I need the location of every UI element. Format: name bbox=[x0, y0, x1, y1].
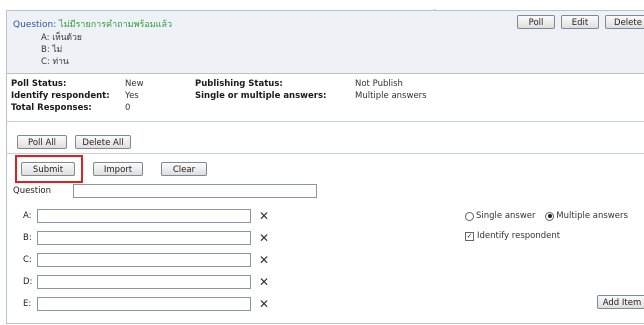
total-responses-value: 0 bbox=[125, 103, 131, 113]
answer-mode-group: Single answer Multiple answers bbox=[465, 211, 628, 222]
answer-c-input[interactable] bbox=[37, 253, 251, 267]
remove-e-icon[interactable]: ✕ bbox=[259, 298, 269, 310]
answer-b-label: B: bbox=[23, 233, 32, 243]
add-item-button[interactable]: Add Item bbox=[597, 295, 644, 309]
single-answer-radio[interactable] bbox=[465, 211, 474, 221]
answer-e-input[interactable] bbox=[37, 297, 251, 311]
question-field-label: Question bbox=[13, 186, 52, 196]
delete-button[interactable]: Delete bbox=[605, 15, 644, 29]
identify-respondent-checkbox[interactable]: ✓ bbox=[465, 231, 474, 241]
answer-a-input[interactable] bbox=[37, 209, 251, 223]
poll-button[interactable]: Poll bbox=[517, 15, 555, 29]
publishing-status-label: Publishing Status: bbox=[195, 79, 283, 89]
question-input[interactable] bbox=[73, 184, 317, 198]
divider bbox=[7, 121, 644, 122]
identify-respondent-option: ✓ Identify respondent bbox=[465, 231, 560, 242]
question-line: Question: ไม่มีรายการคำถามพร้อมแล้ว bbox=[13, 17, 172, 31]
identify-respondent-option-label: Identify respondent bbox=[477, 231, 561, 241]
multiple-answers-label: Multiple answers bbox=[556, 211, 628, 221]
poll-all-button[interactable]: Poll All bbox=[17, 135, 67, 149]
edit-button[interactable]: Edit bbox=[561, 15, 599, 29]
poll-status-value: New bbox=[125, 79, 144, 89]
identify-respondent-label: Identify respondent: bbox=[11, 91, 110, 101]
delete-all-button[interactable]: Delete All bbox=[75, 135, 131, 149]
answer-d-input[interactable] bbox=[37, 275, 251, 289]
answer-d-label: D: bbox=[23, 277, 33, 287]
multiple-answers-radio[interactable] bbox=[545, 211, 555, 221]
answer-e-label: E: bbox=[23, 299, 32, 309]
answer-a-label: A: bbox=[23, 211, 32, 221]
question-panel: Question: ไม่มีรายการคำถามพร้อมแล้ว A: เ… bbox=[7, 11, 644, 74]
poll-panel: Question: ไม่มีรายการคำถามพร้อมแล้ว A: เ… bbox=[6, 10, 644, 324]
remove-c-icon[interactable]: ✕ bbox=[259, 254, 269, 266]
publishing-status-value: Not Publish bbox=[355, 79, 403, 89]
remove-d-icon[interactable]: ✕ bbox=[259, 276, 269, 288]
single-multi-value: Multiple answers bbox=[355, 91, 427, 101]
answer-b-input[interactable] bbox=[37, 231, 251, 245]
option-c: C: ท่าน bbox=[41, 57, 69, 67]
import-button[interactable]: Import bbox=[93, 162, 143, 176]
poll-status-label: Poll Status: bbox=[11, 79, 67, 89]
submit-button[interactable]: Submit bbox=[21, 162, 75, 176]
question-text: ไม่มีรายการคำถามพร้อมแล้ว bbox=[59, 20, 173, 30]
single-multi-label: Single or multiple answers: bbox=[195, 91, 327, 101]
total-responses-label: Total Responses: bbox=[11, 103, 92, 113]
single-answer-label: Single answer bbox=[476, 211, 536, 221]
question-label: Question: bbox=[13, 20, 57, 30]
remove-a-icon[interactable]: ✕ bbox=[259, 210, 269, 222]
clear-button[interactable]: Clear bbox=[161, 162, 207, 176]
remove-b-icon[interactable]: ✕ bbox=[259, 232, 269, 244]
identify-respondent-value: Yes bbox=[125, 91, 139, 101]
answer-c-label: C: bbox=[23, 255, 32, 265]
divider bbox=[7, 153, 644, 154]
